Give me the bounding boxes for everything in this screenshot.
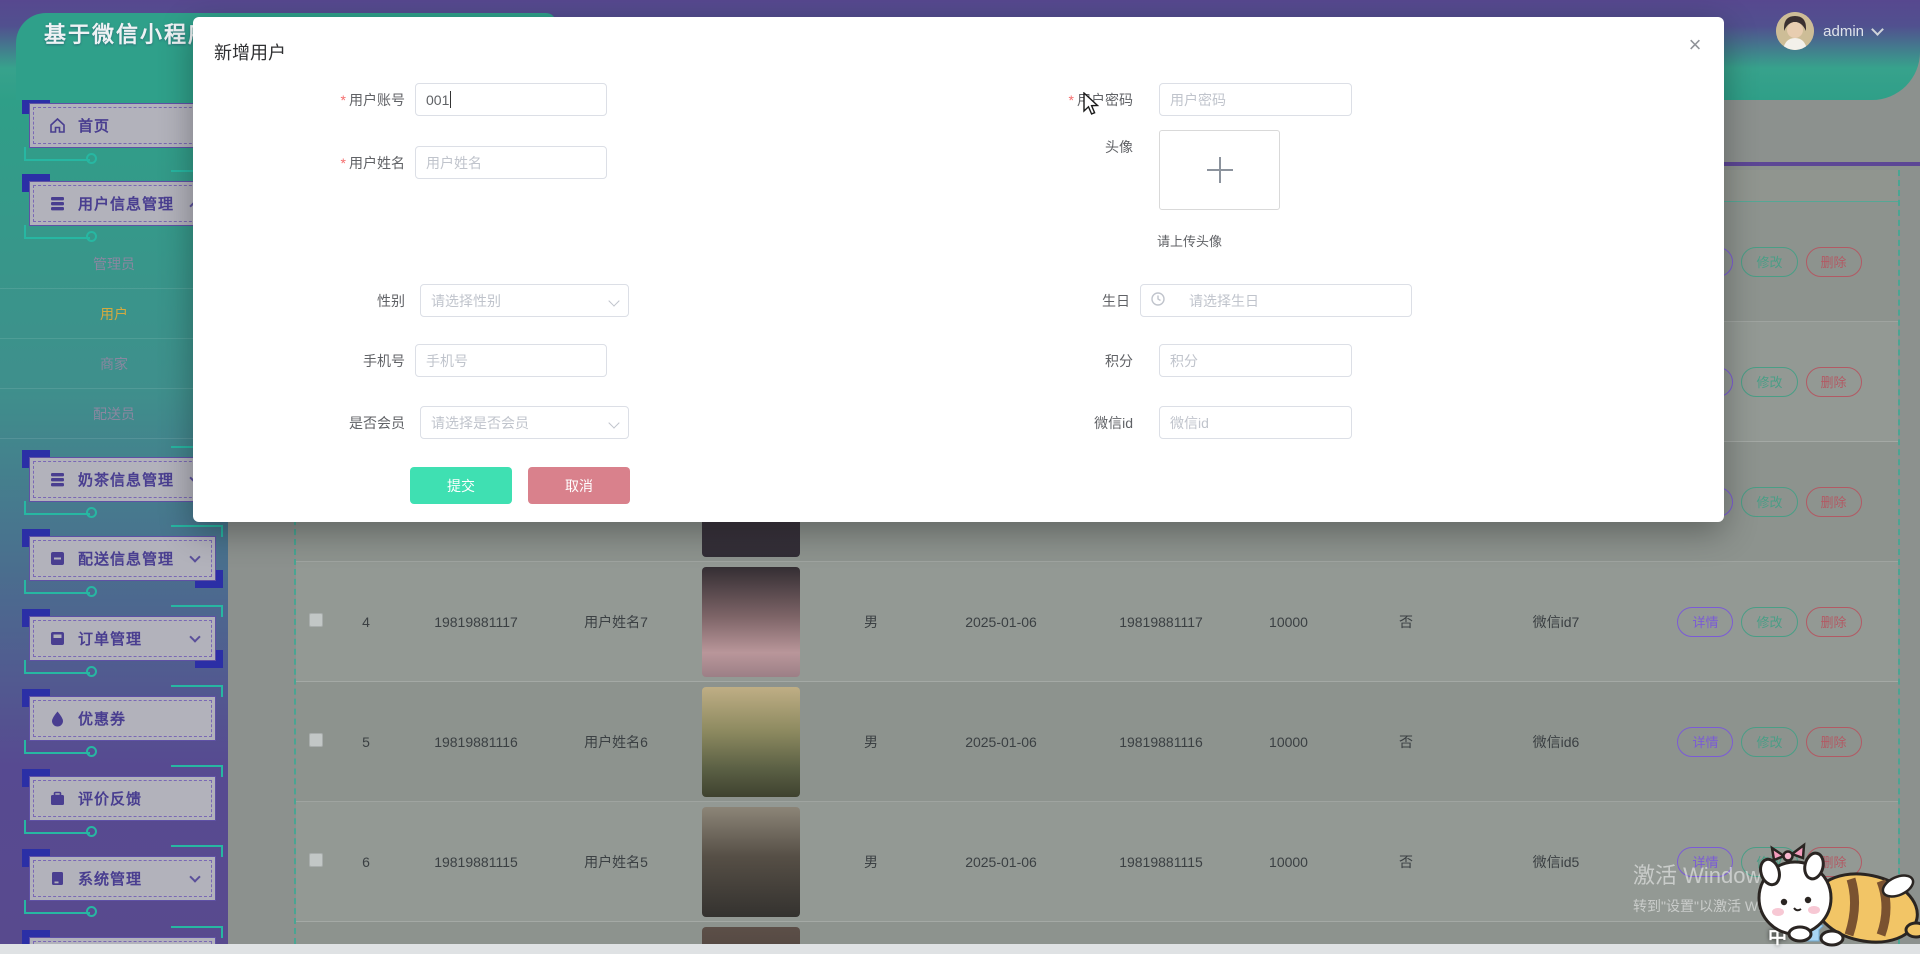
member-select[interactable]: 请选择是否会员 <box>420 406 629 439</box>
sidebar-item-coupon[interactable]: 优惠券 <box>22 685 223 757</box>
user-photo <box>702 686 800 797</box>
birthday-label: 生日 <box>1102 293 1130 309</box>
submit-button[interactable]: 提交 <box>410 467 512 504</box>
avatar-upload-hint: 请上传头像 <box>1157 234 1223 249</box>
birthday-picker[interactable]: 请选择生日 <box>1140 284 1412 317</box>
delivery-icon <box>49 550 66 567</box>
table-row: 6 19819881115 用户姓名5 男 2025-01-06 1981988… <box>296 802 1898 922</box>
system-icon <box>49 870 66 887</box>
chevron-down-icon <box>608 417 620 429</box>
page-title: 基于微信小程序 <box>44 22 213 47</box>
sidebar-item-delivery-info[interactable]: 配送信息管理 <box>22 525 223 597</box>
phone-label: 手机号 <box>363 353 405 369</box>
horizontal-scrollbar[interactable] <box>0 944 1920 954</box>
user-photo <box>702 926 800 944</box>
sidebar-item-label: 系统管理 <box>78 871 143 888</box>
sidebar-item-label: 评价反馈 <box>78 791 143 808</box>
milktea-icon <box>49 471 66 488</box>
points-input[interactable]: 积分 <box>1159 344 1352 377</box>
account-input[interactable]: 001 <box>415 83 607 116</box>
sidebar-item-label: 订单管理 <box>78 631 143 648</box>
sidebar-item-home[interactable]: 首页 <box>22 100 216 164</box>
gender-label: 性别 <box>377 293 405 309</box>
user-photo <box>702 806 800 917</box>
sidebar-item-system[interactable]: 系统管理 <box>22 845 223 917</box>
coupon-icon <box>49 710 66 727</box>
name-label: * 用户姓名 <box>340 155 405 171</box>
row-checkbox[interactable] <box>309 613 323 627</box>
delete-button[interactable]: 删除 <box>1805 246 1862 277</box>
add-user-dialog: 新增用户 × * 用户账号 001 * 用户密码 用户密码 * 用户姓名 用户姓名 头… <box>193 17 1724 522</box>
edit-button[interactable]: 修改 <box>1741 246 1798 277</box>
username-label: admin <box>1823 22 1864 40</box>
detail-button[interactable]: 详情 <box>1677 606 1734 637</box>
orders-icon <box>49 630 66 647</box>
row-checkbox[interactable] <box>309 853 323 867</box>
wechat-input[interactable]: 微信id <box>1159 406 1352 439</box>
close-icon[interactable]: × <box>1679 29 1711 61</box>
table-row: 4 19819881117 用户姓名7 男 2025-01-06 1981988… <box>296 562 1898 682</box>
delete-button[interactable]: 删除 <box>1805 486 1862 517</box>
user-menu[interactable]: admin <box>1776 12 1884 50</box>
chevron-down-icon <box>608 295 620 307</box>
row-checkbox[interactable] <box>309 733 323 747</box>
users-icon <box>49 195 66 212</box>
text-caret <box>450 91 452 108</box>
sidebar-item-orders[interactable]: 订单管理 <box>22 605 223 677</box>
clock-icon <box>1151 292 1165 309</box>
avatar[interactable] <box>1776 12 1815 50</box>
dialog-title: 新增用户 <box>214 43 286 63</box>
cartoon-sticker <box>1748 826 1920 954</box>
feedback-icon <box>49 790 66 807</box>
home-icon <box>49 117 66 134</box>
user-photo <box>702 566 800 677</box>
chevron-down-icon <box>189 871 201 883</box>
sidebar-item-milktea-info[interactable]: 奶茶信息管理 <box>22 446 223 518</box>
chevron-down-icon <box>189 631 201 643</box>
delete-button[interactable]: 删除 <box>1805 606 1862 637</box>
edit-button[interactable]: 修改 <box>1741 486 1798 517</box>
name-input[interactable]: 用户姓名 <box>415 146 607 179</box>
delete-button[interactable]: 删除 <box>1805 366 1862 397</box>
wechat-label: 微信id <box>1094 415 1133 431</box>
app-window: 基于微信小程序 admin 首页 用户信息管理 管理员 用户 商家 配送员 奶茶… <box>0 0 1920 954</box>
chevron-down-icon <box>189 551 201 563</box>
cancel-button[interactable]: 取消 <box>528 467 630 504</box>
sidebar-item-label: 配送信息管理 <box>78 551 175 568</box>
delete-button[interactable]: 删除 <box>1805 726 1862 757</box>
detail-button[interactable]: 详情 <box>1677 726 1734 757</box>
phone-input[interactable]: 手机号 <box>415 344 607 377</box>
account-label: * 用户账号 <box>340 92 405 108</box>
member-label: 是否会员 <box>349 415 405 431</box>
edit-button[interactable]: 修改 <box>1741 366 1798 397</box>
edit-button[interactable]: 修改 <box>1741 726 1798 757</box>
plus-icon <box>1206 157 1233 183</box>
sidebar-item-label: 用户信息管理 <box>78 196 175 213</box>
sidebar-item-label: 奶茶信息管理 <box>78 472 175 489</box>
sidebar-item-label: 优惠券 <box>78 711 127 728</box>
sidebar-item-label: 首页 <box>78 118 111 135</box>
table-row: 5 19819881116 用户姓名6 男 2025-01-06 1981988… <box>296 682 1898 802</box>
password-label: * 用户密码 <box>1068 92 1133 108</box>
table-row <box>296 922 1898 944</box>
sidebar-item-user-info[interactable]: 用户信息管理 <box>22 170 223 242</box>
avatar-label: 头像 <box>1105 139 1133 155</box>
points-label: 积分 <box>1105 353 1133 369</box>
password-input[interactable]: 用户密码 <box>1159 83 1352 116</box>
avatar-upload[interactable] <box>1159 130 1280 210</box>
sidebar-item-feedback[interactable]: 评价反馈 <box>22 765 223 837</box>
edit-button[interactable]: 修改 <box>1741 606 1798 637</box>
chevron-down-icon <box>1871 22 1884 36</box>
detail-button[interactable]: 详情 <box>1677 846 1734 877</box>
gender-select[interactable]: 请选择性别 <box>420 284 629 317</box>
